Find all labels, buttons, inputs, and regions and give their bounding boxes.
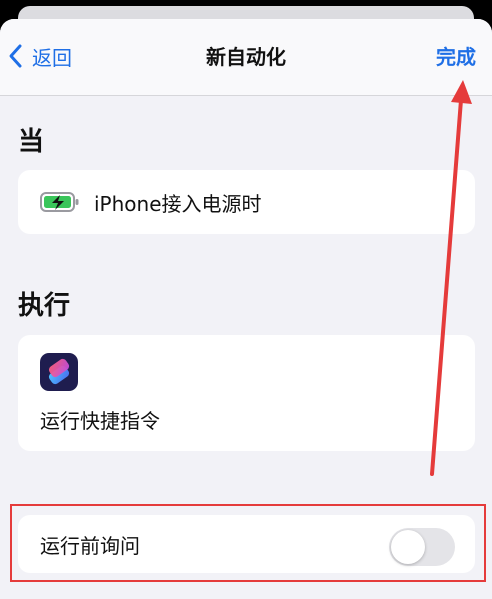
battery-charging-icon: [40, 192, 79, 212]
shortcuts-app-icon: [40, 353, 78, 391]
page-title: 新自动化: [206, 45, 286, 69]
action-card[interactable]: 运行快捷指令: [18, 335, 475, 451]
done-button[interactable]: 完成: [436, 41, 476, 70]
when-section-header: 当: [18, 127, 45, 157]
trigger-row[interactable]: iPhone接入电源时: [18, 170, 475, 234]
navigation-bar: 返回 新自动化 完成: [0, 19, 492, 96]
action-label: 运行快捷指令: [40, 409, 160, 433]
annotation-highlight-box: [10, 504, 486, 582]
trigger-label: iPhone接入电源时: [94, 191, 262, 216]
do-section-header: 执行: [18, 291, 71, 321]
